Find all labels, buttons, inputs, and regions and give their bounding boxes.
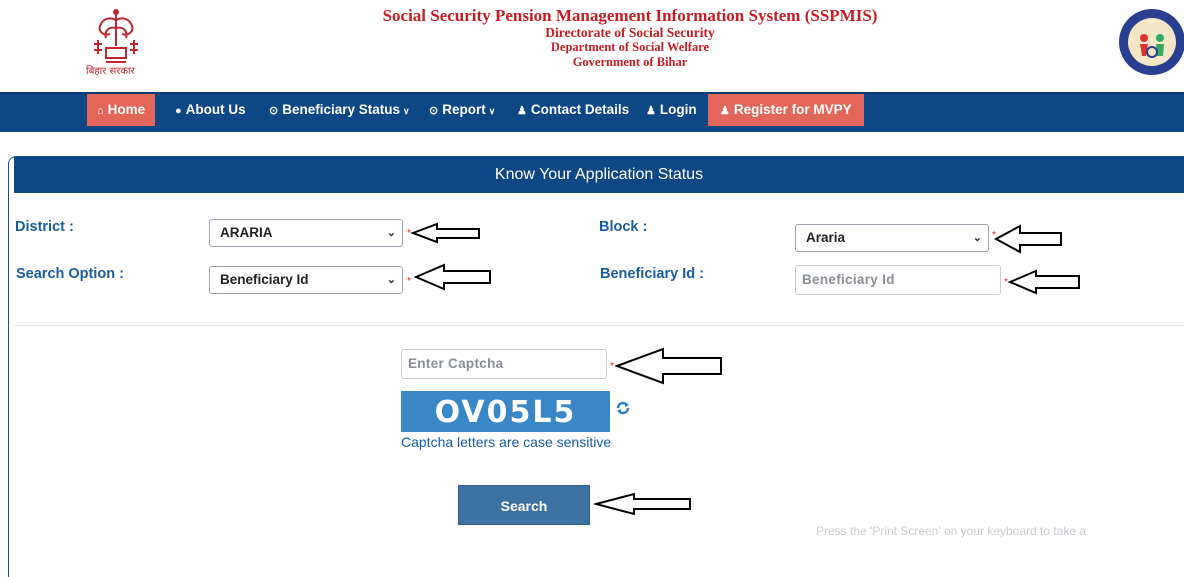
search-option-select[interactable]: Beneficiary Id ⌄ [209, 266, 403, 294]
district-label: District : [15, 219, 74, 235]
chevron-down-icon: ⌄ [972, 232, 982, 244]
captcha-hint: Captcha letters are case sensitive [401, 434, 612, 450]
nav-login[interactable]: ♟ Login [646, 94, 697, 126]
district-select-value: ARARIA [220, 225, 273, 240]
arrow-left-icon [1008, 269, 1080, 295]
directorate-name: Directorate of Social Security [545, 25, 715, 40]
site-title-block: Social Security Pension Management Infor… [0, 6, 1184, 70]
department-name: Department of Social Welfare [550, 40, 710, 54]
search-button[interactable]: Search [458, 485, 590, 525]
nav-register-mvpy[interactable]: ♟ Register for MVPY [708, 94, 864, 126]
required-mark: * [610, 361, 614, 372]
panel-title: Know Your Application Status [14, 157, 1184, 193]
nav-about-label: About Us [185, 102, 246, 117]
nav-beneficiary-status[interactable]: ⊙ Beneficiary Status ∨ [269, 94, 410, 126]
site-title: Social Security Pension Management Infor… [382, 6, 878, 25]
beneficiary-id-input[interactable]: Beneficiary Id [795, 265, 1001, 295]
chevron-down-icon: ⌄ [386, 274, 396, 286]
nav-login-label: Login [659, 102, 697, 117]
nav-home[interactable]: ⌂ Home [87, 94, 156, 126]
captcha-input[interactable]: Enter Captcha [401, 349, 607, 379]
circle-arrow-icon: ⊙ [429, 105, 439, 117]
arrow-left-icon [594, 492, 691, 516]
district-select[interactable]: ARARIA ⌄ [209, 219, 403, 247]
user-icon: ♟ [646, 105, 656, 117]
users-icon: ● [175, 105, 182, 117]
nav-beneficiary-status-label: Beneficiary Status [282, 102, 401, 117]
main-navbar: ⌂ Home ● About Us ⊙ Beneficiary Status ∨ ⊙ Re… [0, 92, 1184, 132]
captcha-code: OV05L5 [434, 395, 577, 430]
chevron-down-icon: ∨ [403, 106, 410, 116]
nav-register-label: Register for MVPY [733, 102, 852, 117]
refresh-icon[interactable] [615, 400, 631, 416]
chevron-down-icon: ⌄ [386, 227, 396, 239]
search-option-value: Beneficiary Id [220, 272, 309, 287]
arrow-left-icon [411, 222, 480, 244]
nav-contact-details[interactable]: ♟ Contact Details [517, 94, 629, 126]
nav-report-label: Report [442, 102, 486, 117]
form-divider [14, 325, 1184, 326]
government-name: Government of Bihar [572, 55, 688, 69]
required-mark: * [407, 276, 411, 287]
block-select[interactable]: Araria ⌄ [795, 224, 989, 252]
search-option-label: Search Option : [16, 266, 124, 282]
nav-home-label: Home [107, 102, 146, 117]
home-icon: ⌂ [97, 105, 104, 117]
arrow-left-icon [615, 347, 722, 385]
block-label: Block : [599, 219, 648, 235]
user-icon: ♟ [517, 105, 527, 117]
user-icon: ♟ [720, 105, 730, 117]
beneficiary-id-label: Beneficiary Id : [600, 266, 704, 282]
arrow-left-icon [994, 224, 1062, 254]
nav-report[interactable]: ⊙ Report ∨ [429, 94, 495, 126]
circle-arrow-icon: ⊙ [269, 105, 279, 117]
site-header: बिहार सरकार Social Security Pension Mana… [0, 0, 1184, 92]
nav-contact-label: Contact Details [530, 102, 630, 117]
chevron-down-icon: ∨ [488, 106, 496, 116]
nav-about-us[interactable]: ● About Us [175, 94, 246, 126]
social-security-seal-icon [1119, 9, 1184, 75]
block-select-value: Araria [806, 230, 846, 245]
arrow-left-icon [414, 263, 491, 291]
